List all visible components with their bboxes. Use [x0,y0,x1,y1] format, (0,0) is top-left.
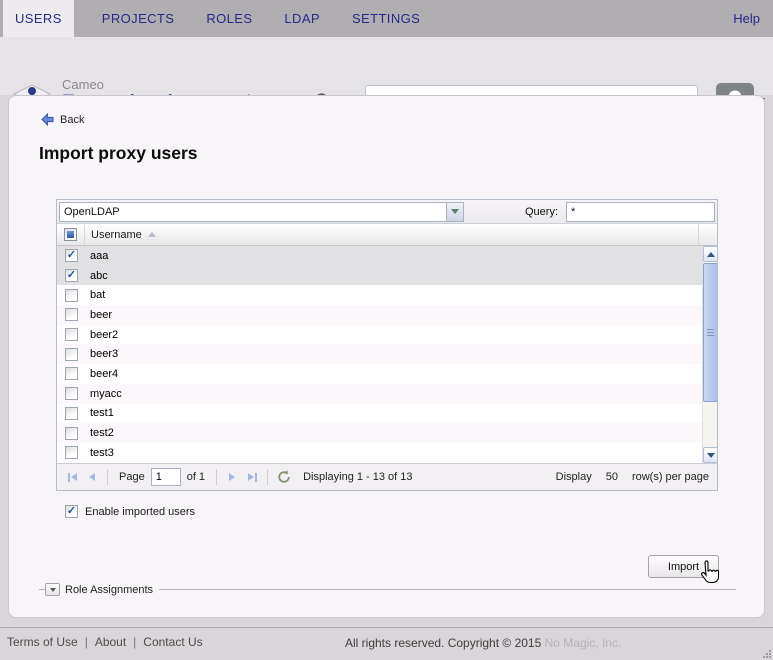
next-page-button[interactable] [222,467,242,487]
username-cell: test1 [90,407,114,420]
row-checkbox[interactable] [65,367,78,381]
display-label: Display [555,471,592,483]
row-checkbox[interactable] [65,249,78,263]
refresh-icon[interactable] [277,470,291,484]
footer-link-contact-us[interactable]: Contact Us [143,635,202,649]
nav-item-settings[interactable]: SETTINGS [348,0,424,37]
ldap-server-value: OpenLDAP [64,205,120,218]
footer-divider [0,627,773,628]
query-input[interactable] [566,201,715,222]
username-cell: beer4 [90,367,119,380]
username-column-header[interactable]: Username [85,224,699,245]
top-navbar: USERS PROJECTS ROLES LDAP SETTINGS Help [0,0,773,37]
help-link[interactable]: Help [733,0,760,37]
scroll-down-icon[interactable] [703,447,717,463]
row-checkbox[interactable] [65,387,78,401]
select-all-checkbox[interactable] [64,228,77,241]
role-assignments-label: Role Assignments [65,583,154,596]
table-row[interactable]: abc [57,265,717,286]
page-of-label: of 1 [186,471,206,483]
table-row[interactable]: beer2 [57,325,717,345]
ldap-server-select[interactable]: OpenLDAP [59,201,464,222]
row-checkbox[interactable] [65,308,78,322]
table-row[interactable]: beer [57,305,717,325]
username-cell: aaa [90,249,109,262]
page-size-value[interactable]: 50 [606,471,618,483]
row-checkbox[interactable] [65,426,78,440]
nav-tabs: USERS PROJECTS ROLES LDAP SETTINGS [0,0,424,37]
username-cell: abc [90,269,108,282]
username-cell: beer2 [90,328,119,341]
app-header: Cameo Enterprise data warehouse [0,37,773,124]
grid-body: aaa abc bat beer beer2 beer3 beer4 myacc test1 te… [57,246,717,463]
back-arrow-icon [41,113,54,126]
username-cell: test2 [90,427,114,440]
prev-page-button[interactable] [82,467,102,487]
grid-rows: aaa abc bat beer beer2 beer3 beer4 myacc test1 te… [57,246,717,463]
role-assignments-section: Role Assignments [39,583,736,596]
table-row[interactable]: beer4 [57,364,717,384]
row-checkbox[interactable] [65,446,78,460]
import-button[interactable]: Import [648,555,719,578]
last-page-button[interactable] [242,467,262,487]
row-checkbox[interactable] [65,328,78,342]
table-row[interactable]: myacc [57,383,717,404]
username-cell: myacc [90,387,122,400]
nav-item-projects[interactable]: PROJECTS [98,0,179,37]
displaying-status: Displaying 1 - 13 of 13 [303,471,413,483]
first-page-button[interactable] [62,467,82,487]
sort-ascending-icon [147,232,156,237]
nav-item-ldap[interactable]: LDAP [280,0,324,37]
paging-toolbar: Page of 1 Displaying 1 - 13 of 13 Displa… [57,463,717,490]
footer-company: No Magic, Inc. [544,636,622,650]
back-label: Back [60,113,85,126]
nav-item-roles[interactable]: ROLES [202,0,256,37]
grid-toolbar: OpenLDAP Query: [57,200,717,224]
username-cell: beer3 [90,348,119,361]
row-checkbox[interactable] [65,288,78,302]
resize-gripper-icon[interactable] [763,650,771,658]
row-checkbox[interactable] [65,269,78,283]
scrollbar-thumb[interactable] [703,263,717,402]
collapse-toggle-icon[interactable] [45,583,60,596]
nav-item-users[interactable]: USERS [3,0,74,37]
rows-per-page-label: row(s) per page [631,471,709,483]
query-label: Query: [524,205,558,218]
username-cell: bat [90,289,106,302]
table-row[interactable]: beer3 [57,344,717,365]
enable-imported-users-checkbox[interactable] [65,505,78,518]
enable-imported-users-row: Enable imported users [65,505,195,518]
username-cell: test3 [90,446,114,459]
users-grid: OpenLDAP Query: Username aaa abc bat beer be… [56,199,718,491]
grid-header-row: Username [57,224,717,246]
vertical-scrollbar[interactable] [702,246,717,463]
logo-line1: Cameo [62,77,104,92]
footer-link-about[interactable]: About [95,635,126,649]
enable-imported-users-label: Enable imported users [85,505,196,518]
page-title: Import proxy users [39,143,198,163]
page-label: Page [119,471,145,483]
table-row[interactable]: aaa [57,246,717,266]
row-checkbox[interactable] [65,347,78,361]
username-cell: beer [90,308,113,321]
back-link[interactable]: Back [41,113,84,126]
table-row[interactable]: bat [57,285,717,305]
footer-copyright: All rights reserved. Copyright © 2015 No… [345,636,622,650]
footer-link-terms-of-use[interactable]: Terms of Use [7,635,78,649]
content-panel: Back Import proxy users OpenLDAP Query: … [8,95,765,618]
footer-links: Terms of Use | About | Contact Us [7,635,203,649]
combo-dropdown-icon[interactable] [446,202,463,221]
row-checkbox[interactable] [65,406,78,420]
scroll-up-icon[interactable] [703,246,717,262]
table-row[interactable]: test3 [57,443,717,463]
table-row[interactable]: test2 [57,423,717,443]
page-number-input[interactable] [150,468,181,486]
table-row[interactable]: test1 [57,404,717,424]
